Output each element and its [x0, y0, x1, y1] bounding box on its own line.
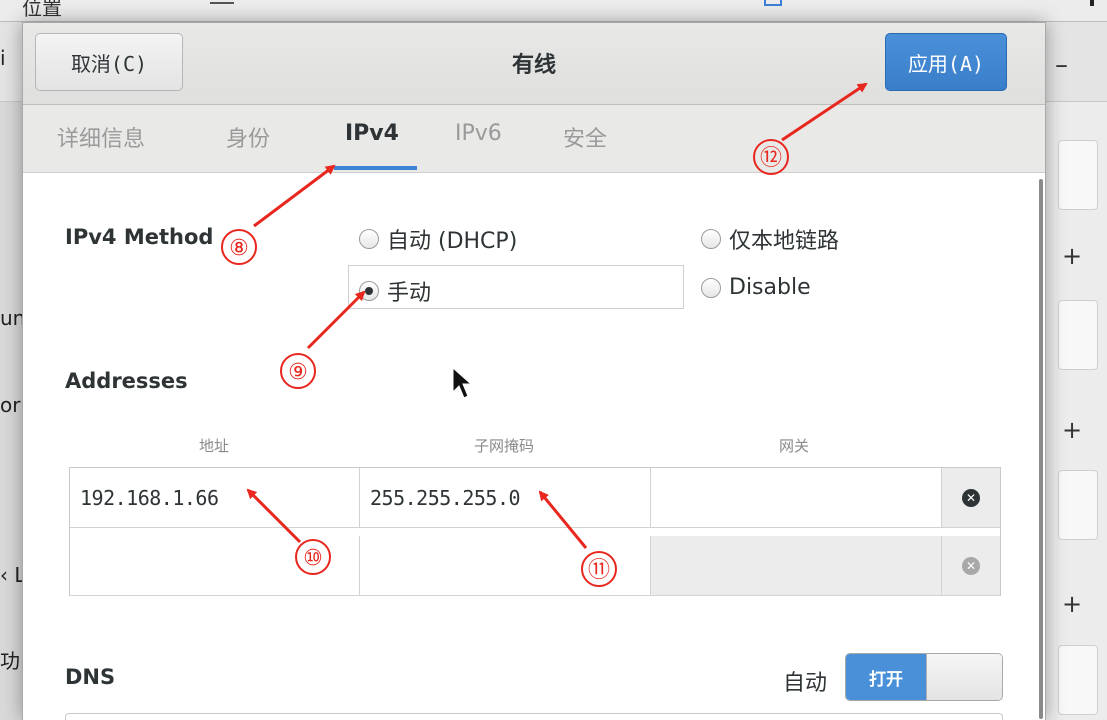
plus-icon[interactable]: +	[1060, 592, 1084, 616]
active-tab-indicator	[334, 166, 417, 170]
addresses-table: 192.168.1.66 255.255.255.0 ✕ ✕	[69, 467, 1001, 596]
background-location-label: 位置	[22, 0, 62, 20]
tab-ipv6[interactable]: IPv6	[455, 121, 502, 146]
radio-manual[interactable]: 手动	[359, 275, 431, 307]
gateway-field[interactable]	[651, 536, 942, 596]
column-header-netmask: 子网掩码	[473, 437, 534, 455]
background-card	[1058, 645, 1098, 715]
gateway-field[interactable]	[651, 468, 942, 528]
background-text-fragment: or	[0, 393, 21, 417]
radio-link-local-only[interactable]: 仅本地链路	[701, 223, 839, 255]
dns-auto-label: 自动	[783, 671, 828, 696]
background-text-fragment: i	[0, 46, 6, 70]
background-text-fragment: un	[0, 306, 22, 330]
ipv4-settings-panel: IPv4 Method 自动 (DHCP) 仅本地链路 手动 Disable A…	[23, 173, 1045, 720]
radio-label: 自动 (DHCP)	[387, 229, 518, 254]
radio-checked-icon	[359, 281, 379, 301]
radio-label: 仅本地链路	[729, 229, 840, 254]
background-card	[1058, 300, 1098, 370]
address-field[interactable]	[70, 536, 360, 596]
radio-circle-icon	[701, 229, 721, 249]
radio-automatic-dhcp[interactable]: 自动 (DHCP)	[359, 223, 517, 255]
netmask-field[interactable]	[360, 536, 651, 596]
scrollbar[interactable]	[1039, 179, 1043, 719]
background-card	[1058, 470, 1098, 540]
ipv4-method-label: IPv4 Method	[65, 225, 214, 249]
background-text-fragment: 功	[0, 649, 20, 673]
background-text-fragment: ‹ L	[0, 563, 22, 587]
background-titlebar: 位置	[0, 0, 1107, 22]
radio-circle-icon	[701, 277, 721, 298]
delete-address-button[interactable]: ✕	[942, 468, 1000, 528]
delete-address-button[interactable]: ✕	[942, 536, 1000, 596]
radio-circle-icon	[359, 229, 379, 249]
addresses-heading: Addresses	[65, 369, 188, 393]
radio-label: 手动	[387, 281, 432, 306]
column-header-address: 地址	[198, 437, 229, 455]
address-field[interactable]: 192.168.1.66	[70, 468, 360, 528]
plus-icon[interactable]: +	[1060, 244, 1084, 268]
switch-on-label: 打开	[846, 654, 926, 700]
minus-icon[interactable]: –	[1055, 52, 1068, 78]
close-circle-icon: ✕	[962, 556, 980, 575]
close-circle-icon: ✕	[962, 488, 980, 507]
tab-bar: 详细信息 身份 IPv4 IPv6 安全	[23, 105, 1045, 173]
dns-heading: DNS	[65, 665, 116, 689]
plus-icon[interactable]: +	[1060, 418, 1084, 442]
dns-auto-switch[interactable]: 打开	[845, 653, 1003, 701]
background-mark-icon	[1090, 0, 1094, 6]
column-header-gateway: 网关	[778, 437, 809, 455]
apply-button[interactable]: 应用(A)	[885, 33, 1007, 91]
tab-details[interactable]: 详细信息	[57, 121, 145, 153]
dialog-header: 取消(C) 有线 应用(A)	[23, 23, 1045, 105]
background-checkbox-icon	[764, 0, 782, 6]
tab-security[interactable]: 安全	[563, 121, 607, 153]
tab-identity[interactable]: 身份	[226, 121, 270, 153]
background-card	[1058, 140, 1098, 210]
radio-label: Disable	[729, 275, 811, 300]
netmask-field[interactable]: 255.255.255.0	[360, 468, 651, 528]
radio-disable[interactable]: Disable	[701, 275, 811, 300]
switch-knob	[926, 654, 1002, 700]
dns-servers-field[interactable]	[65, 713, 1003, 720]
wired-settings-dialog: 取消(C) 有线 应用(A) 详细信息 身份 IPv4 IPv6 安全 IPv4…	[22, 22, 1046, 720]
background-line-icon	[210, 2, 234, 6]
tab-ipv4[interactable]: IPv4	[345, 121, 399, 146]
